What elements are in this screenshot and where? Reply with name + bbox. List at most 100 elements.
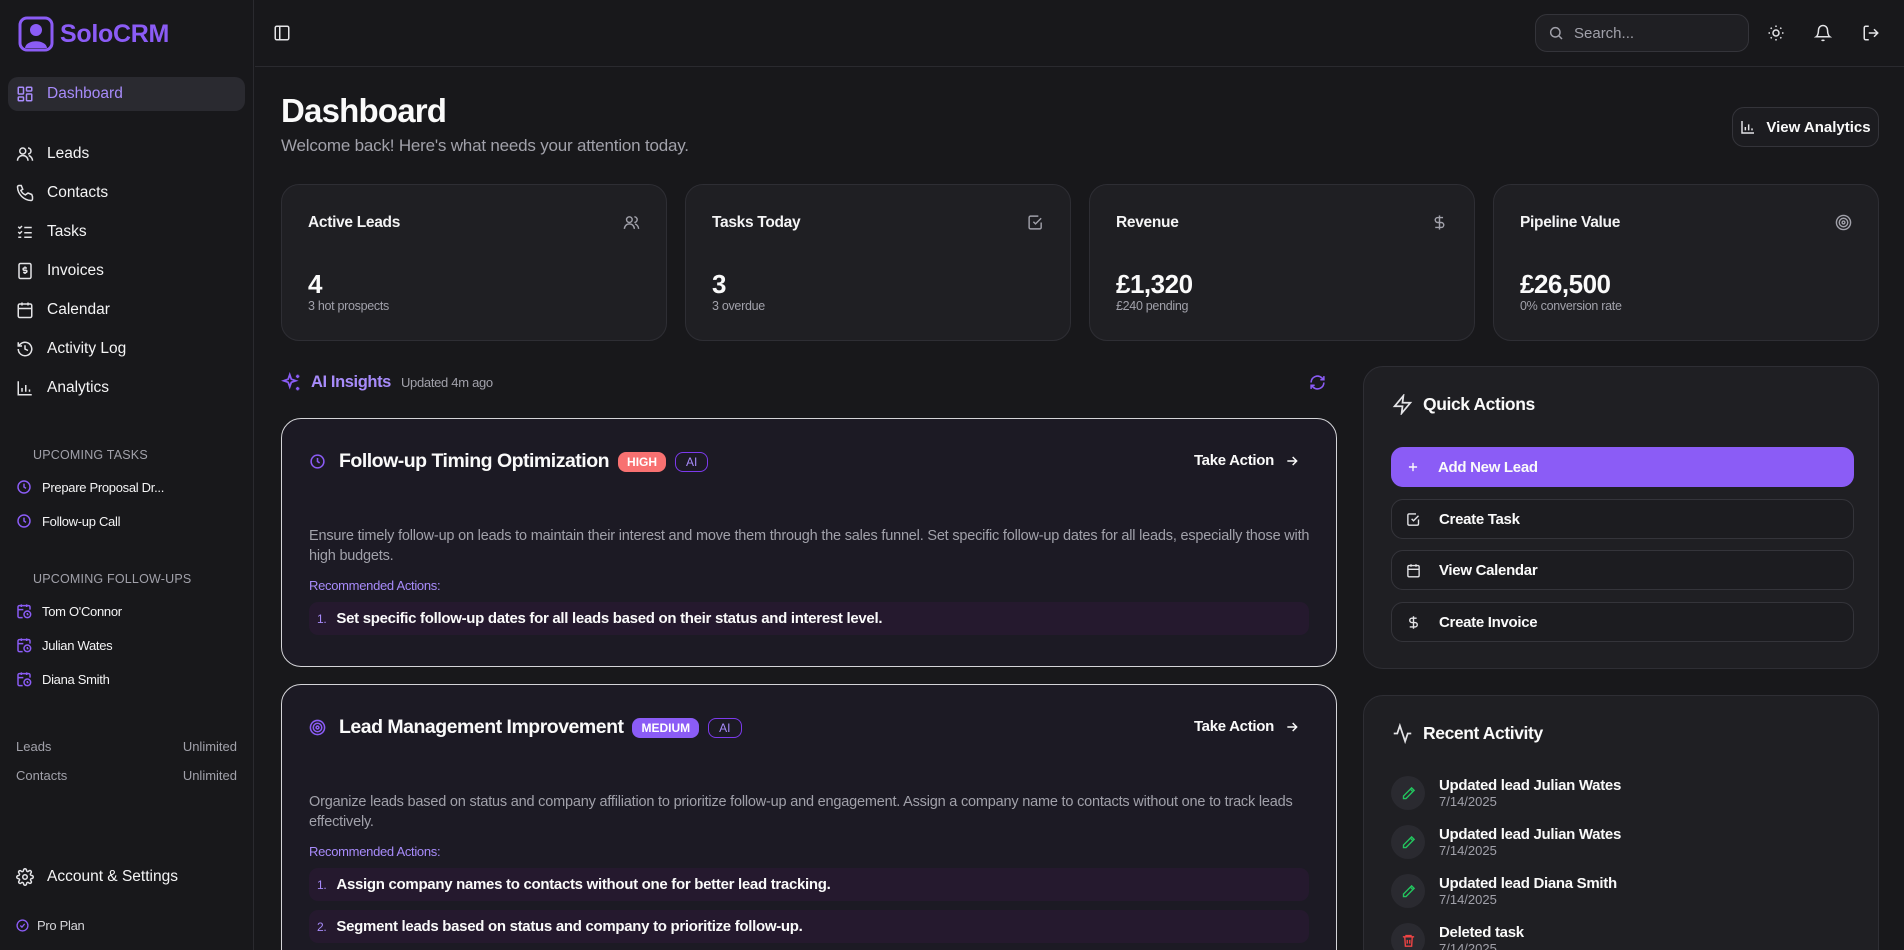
target-icon: [1835, 214, 1852, 231]
nav-item-activity-log[interactable]: Activity Log: [8, 332, 245, 366]
create-task-button[interactable]: Create Task: [1391, 499, 1854, 539]
logo-icon: [18, 16, 54, 52]
check-square-icon: [1407, 512, 1420, 526]
logout-icon: [1863, 25, 1879, 41]
stat-sub: 0% conversion rate: [1520, 299, 1622, 313]
calendar-icon: [17, 302, 33, 319]
insight-card: Lead Management Improvement MEDIUM AI Ta…: [281, 684, 1337, 950]
check-square-icon: [1027, 214, 1044, 231]
gear-icon: [16, 868, 34, 886]
add-new-lead-button[interactable]: Add New Lead: [1391, 447, 1854, 487]
upcoming-task-item[interactable]: Follow-up Call: [16, 513, 120, 529]
activity-item[interactable]: Updated lead Diana Smith 7/14/2025: [1391, 874, 1617, 908]
stat-card-active-leads: Active Leads 4 3 hot prospects: [281, 184, 667, 341]
view-analytics-button[interactable]: View Analytics: [1732, 107, 1879, 147]
stat-card-revenue: Revenue £1,320 £240 pending: [1089, 184, 1475, 341]
activity-item[interactable]: Updated lead Julian Wates 7/14/2025: [1391, 825, 1621, 859]
logo[interactable]: SoloCRM: [18, 16, 169, 52]
list-checks-icon: [17, 225, 32, 238]
users-icon: [16, 147, 34, 161]
followup-item[interactable]: Tom O'Connor: [16, 603, 122, 619]
recommended-action-item: 2. Segment leads based on status and com…: [309, 910, 1309, 943]
quick-actions-panel: Quick Actions Add New Lead Create Task V…: [1363, 366, 1879, 669]
plus-icon: [1408, 462, 1418, 472]
bar-chart-icon: [17, 381, 32, 396]
theme-toggle-button[interactable]: [1767, 24, 1785, 42]
phone-icon: [16, 184, 34, 202]
stat-value: £26,500: [1520, 269, 1611, 299]
notifications-button[interactable]: [1814, 24, 1832, 42]
refresh-insights-button[interactable]: [1309, 374, 1326, 391]
followup-item[interactable]: Diana Smith: [16, 671, 110, 687]
search-box[interactable]: [1535, 14, 1749, 52]
plan-badge: Pro Plan: [16, 918, 85, 933]
activity-item[interactable]: Updated lead Julian Wates 7/14/2025: [1391, 776, 1621, 810]
insight-description: Ensure timely follow-up on leads to main…: [309, 528, 1310, 564]
recommended-action-item: 1. Assign company names to contacts with…: [309, 868, 1309, 901]
nav-item-dashboard[interactable]: Dashboard: [8, 77, 245, 111]
insight-title: Lead Management Improvement: [339, 716, 624, 738]
insight-header: Follow-up Timing Optimization HIGH AI: [309, 450, 709, 473]
sidebar-toggle-button[interactable]: [273, 24, 291, 42]
followup-item[interactable]: Julian Wates: [16, 637, 113, 653]
recommended-actions-label: Recommended Actions:: [309, 844, 441, 859]
nav-item-contacts[interactable]: Contacts: [8, 176, 245, 210]
upcoming-task-item[interactable]: Prepare Proposal Dr...: [16, 479, 164, 495]
upcoming-followups-title: UPCOMING FOLLOW-UPS: [33, 572, 192, 586]
stat-label: Tasks Today: [712, 214, 801, 231]
stat-value: 3: [712, 269, 726, 299]
ai-badge: AI: [675, 451, 709, 472]
recommended-action-item: 1. Set specific follow-up dates for all …: [309, 602, 1309, 635]
sparkles-icon: [281, 372, 300, 391]
app-name: SoloCRM: [60, 19, 169, 48]
upcoming-tasks-title: UPCOMING TASKS: [33, 448, 148, 462]
panel-left-icon: [274, 25, 290, 41]
sidebar: SoloCRM Dashboard Leads Contacts Tasks I…: [0, 0, 254, 950]
search-icon: [1549, 26, 1563, 40]
recommended-actions-label: Recommended Actions:: [309, 578, 441, 593]
create-invoice-button[interactable]: Create Invoice: [1391, 602, 1854, 642]
take-action-button[interactable]: Take Action: [1194, 718, 1300, 735]
check-circle-icon: [16, 919, 29, 932]
recent-activity-title: Recent Activity: [1392, 723, 1543, 744]
nav-item-invoices[interactable]: Invoices: [8, 254, 245, 288]
zap-icon: [1392, 394, 1413, 415]
refresh-icon: [1310, 375, 1325, 390]
nav-item-calendar[interactable]: Calendar: [8, 293, 245, 327]
nav-label: Activity Log: [47, 340, 127, 357]
nav-item-leads[interactable]: Leads: [8, 137, 245, 171]
nav-label: Analytics: [47, 379, 110, 396]
nav-label: Dashboard: [47, 85, 123, 102]
page-title: Dashboard: [281, 92, 447, 129]
account-settings-link[interactable]: Account & Settings: [8, 860, 245, 894]
search-input[interactable]: [1574, 24, 1724, 42]
nav-label: Leads: [47, 145, 90, 162]
calendar-icon: [1407, 563, 1420, 577]
stat-label: Revenue: [1116, 214, 1179, 231]
priority-badge: HIGH: [618, 451, 667, 472]
take-action-button[interactable]: Take Action: [1194, 452, 1300, 469]
stat-value: £1,320: [1116, 269, 1193, 299]
bar-chart-icon: [1741, 121, 1755, 134]
history-icon: [17, 341, 33, 357]
view-calendar-button[interactable]: View Calendar: [1391, 550, 1854, 590]
nav-item-analytics[interactable]: Analytics: [8, 371, 245, 405]
trash-icon: [1391, 923, 1425, 950]
page-subtitle: Welcome back! Here's what needs your att…: [281, 136, 689, 155]
insight-card: Follow-up Timing Optimization HIGH AI Ta…: [281, 418, 1337, 667]
limit-row-leads: Leads Unlimited: [16, 739, 237, 754]
nav-item-tasks[interactable]: Tasks: [8, 215, 245, 249]
calendar-clock-icon: [17, 638, 32, 653]
logout-button[interactable]: [1862, 24, 1880, 42]
stat-sub: 3 hot prospects: [308, 299, 389, 313]
calendar-clock-icon: [17, 672, 32, 687]
stat-value: 4: [308, 269, 322, 299]
pencil-icon: [1391, 874, 1425, 908]
nav-label: Invoices: [47, 262, 104, 279]
clock-icon: [17, 480, 31, 494]
pencil-icon: [1391, 825, 1425, 859]
quick-actions-title: Quick Actions: [1392, 394, 1535, 415]
activity-item[interactable]: Deleted task 7/14/2025: [1391, 923, 1524, 950]
stat-card-pipeline-value: Pipeline Value £26,500 0% conversion rat…: [1493, 184, 1879, 341]
nav-label: Calendar: [47, 301, 110, 318]
